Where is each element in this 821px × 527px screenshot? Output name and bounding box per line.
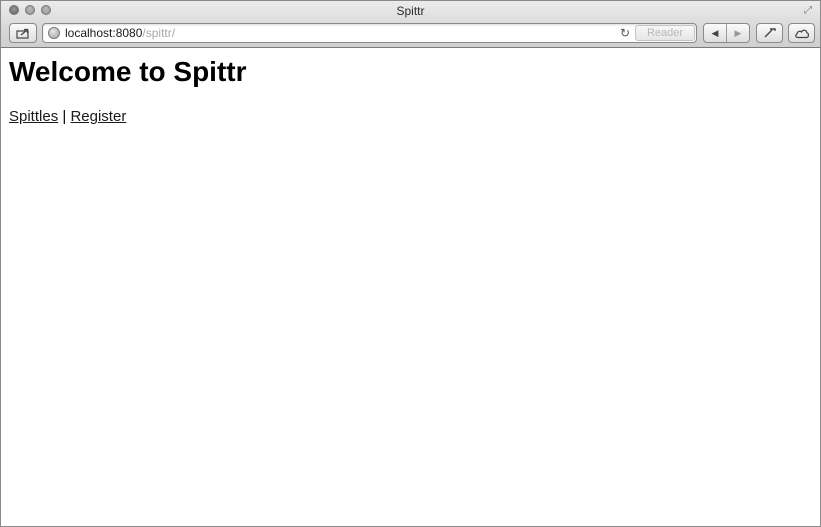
forward-arrow-icon[interactable]: ▶ [727,24,749,42]
reader-button[interactable]: Reader [635,25,695,41]
share-button[interactable] [9,23,37,43]
back-arrow-icon[interactable]: ◀ [704,24,727,42]
spittles-link[interactable]: Spittles [9,108,58,125]
page-viewport: Welcome to Spittr Spittles | Register [1,48,820,526]
url-host: localhost:8080 [65,26,143,40]
cloud-icon [794,29,809,38]
register-link[interactable]: Register [70,108,126,125]
window-title: Spittr [396,4,425,18]
browser-toolbar: Spittr ⤢ localhost:8080/spittr/ ↻ Reader… [1,1,820,48]
share-icon [16,28,29,39]
back-forward-buttons: ◀ ▶ [703,23,750,43]
page-title: Welcome to Spittr [9,56,247,87]
icloud-button[interactable] [788,23,815,43]
link-separator: | [62,108,67,125]
reload-icon[interactable]: ↻ [620,26,630,40]
address-bar[interactable]: localhost:8080/spittr/ ↻ Reader [42,23,697,43]
tools-button[interactable] [756,23,783,43]
globe-icon [48,27,60,39]
url-text[interactable]: localhost:8080/spittr/ [65,26,175,40]
nav-links: Spittles | Register [9,108,126,125]
url-path: /spittr/ [142,26,176,40]
fullscreen-icon[interactable]: ⤢ [802,5,814,17]
wrench-icon [764,28,776,38]
browser-window: Spittr ⤢ localhost:8080/spittr/ ↻ Reader… [0,0,821,527]
